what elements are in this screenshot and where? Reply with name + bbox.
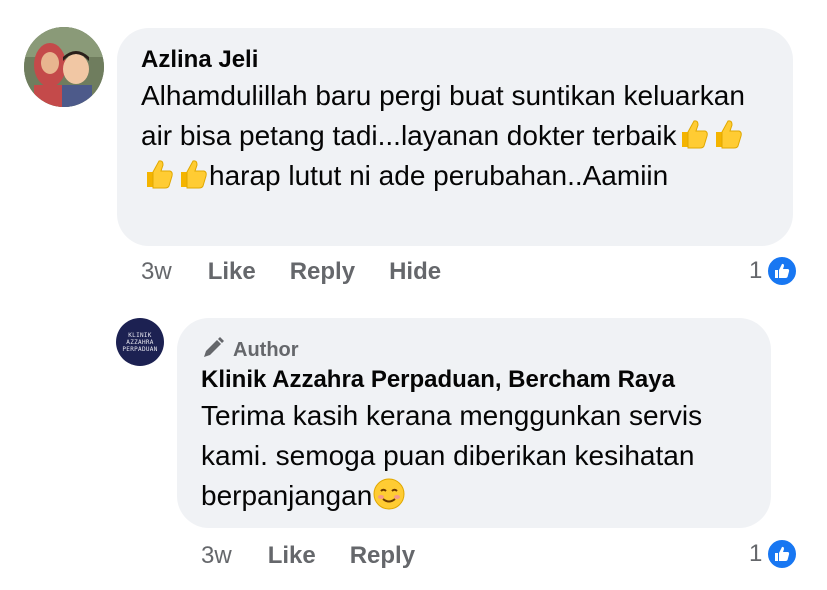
thumbs-up-emoji-icon — [676, 117, 710, 151]
like-reaction-icon — [766, 255, 799, 287]
reply-reactions[interactable]: 1 — [749, 538, 799, 570]
reply-text-body: Terima kasih kerana menggunkan servis ka… — [201, 400, 703, 511]
smiling-face-emoji-icon — [372, 477, 406, 511]
reply-button[interactable]: Reply — [290, 258, 355, 286]
like-reaction-icon — [766, 538, 799, 570]
hide-button[interactable]: Hide — [389, 258, 441, 286]
like-button[interactable]: Like — [208, 258, 256, 286]
thumbs-up-emoji-icon — [141, 157, 175, 191]
reply-actions: 3w Like Reply — [201, 542, 449, 570]
author-badge: Author — [201, 336, 747, 364]
commenter-name[interactable]: Azlina Jeli — [141, 44, 769, 76]
reply-timestamp[interactable]: 3w — [201, 542, 232, 570]
clinic-logo-line-2: PERPADUAN — [122, 345, 158, 353]
comment-bubble: Azlina Jeli Alhamdulillah baru pergi bua… — [117, 28, 793, 246]
reply-reaction-count: 1 — [749, 540, 763, 567]
clinic-avatar[interactable]: KLINIK AZZAHRA PERPADUAN — [116, 318, 164, 366]
reply-like-button[interactable]: Like — [268, 542, 316, 570]
profile-photo-icon — [24, 27, 104, 107]
reaction-count: 1 — [749, 257, 763, 284]
thumbs-up-emoji-icon — [710, 117, 744, 151]
comment-timestamp[interactable]: 3w — [141, 258, 172, 286]
reply-reply-button[interactable]: Reply — [350, 542, 415, 570]
replier-name[interactable]: Klinik Azzahra Perpaduan, Bercham Raya — [201, 364, 747, 396]
reply-text: Terima kasih kerana menggunkan servis ka… — [201, 396, 747, 516]
comment-reactions[interactable]: 1 — [749, 255, 799, 287]
clinic-logo-line-1: KLINIK AZZAHRA — [126, 331, 154, 346]
pencil-icon — [201, 336, 225, 365]
author-label: Author — [233, 338, 299, 361]
comment-text-part-1: Alhamdulillah baru pergi buat suntikan k… — [141, 80, 745, 151]
comment-text-part-2: harap lutut ni ade perubahan..Aamiin — [209, 160, 669, 191]
thumbs-up-emoji-icon — [175, 157, 209, 191]
commenter-avatar[interactable] — [24, 27, 104, 107]
comment-actions: 3w Like Reply Hide — [141, 258, 475, 286]
reply-bubble: Author Klinik Azzahra Perpaduan, Bercham… — [177, 318, 771, 528]
comment-text: Alhamdulillah baru pergi buat suntikan k… — [141, 76, 769, 196]
